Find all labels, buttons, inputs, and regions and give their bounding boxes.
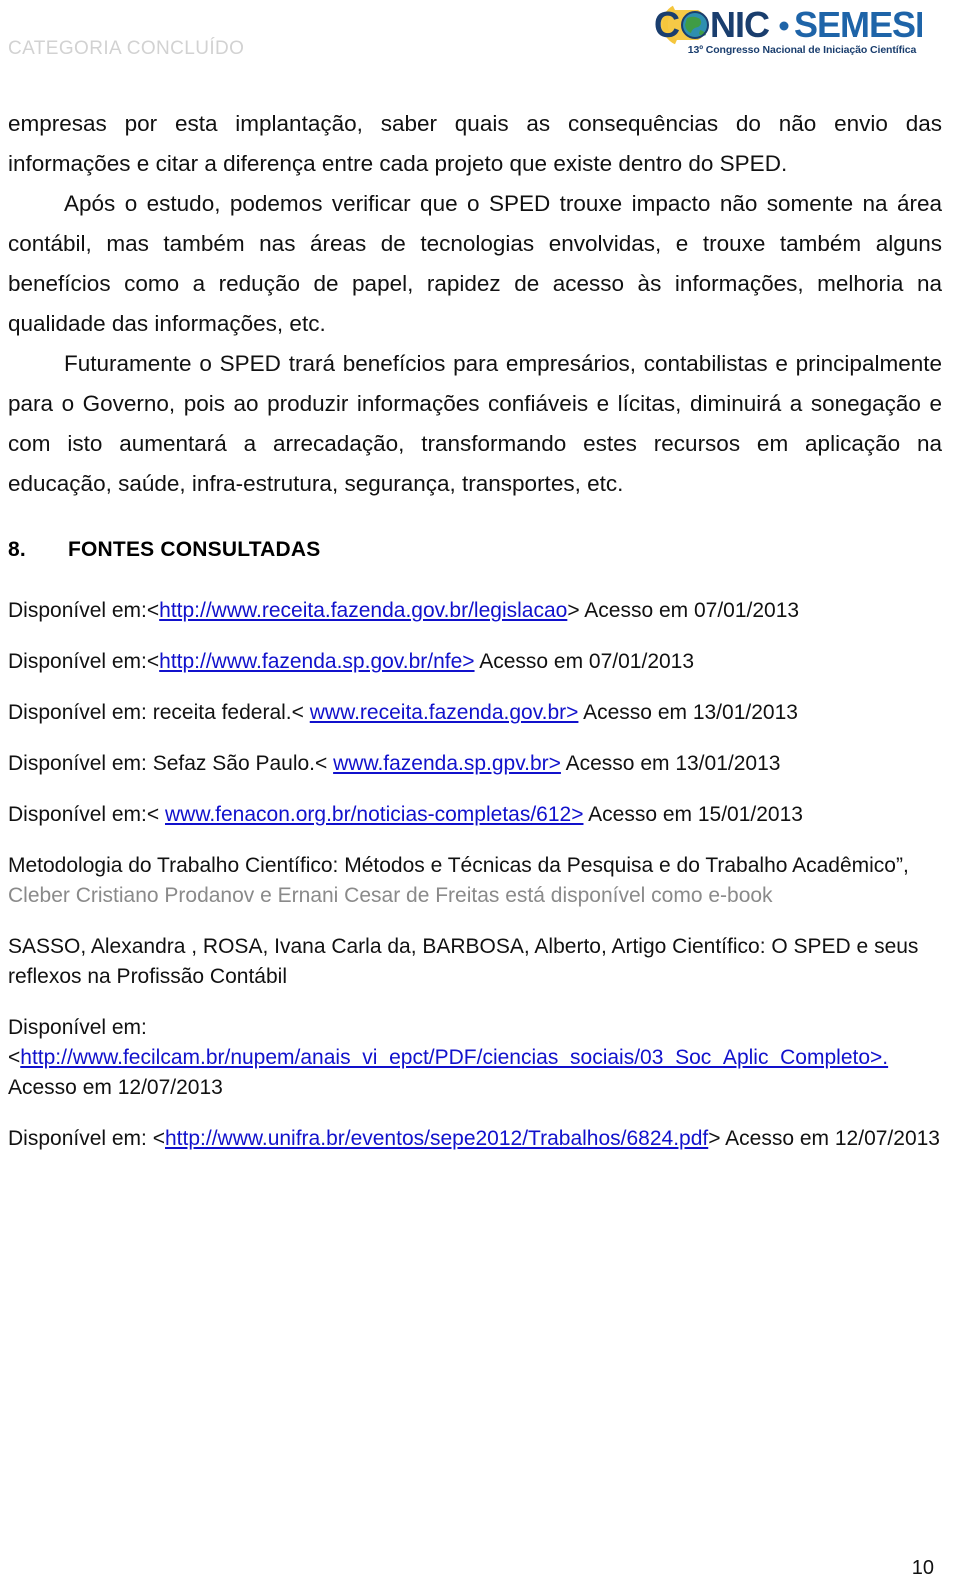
reference-item-2: Disponível em:<http://www.fazenda.sp.gov…	[8, 647, 942, 677]
logo-subtitle: 13º Congresso Nacional de Iniciação Cien…	[687, 44, 917, 56]
reference-2-suffix: Acesso em 07/01/2013	[474, 650, 695, 673]
reference-1-prefix: Disponível em:<	[8, 599, 160, 622]
reference-8-url[interactable]: http://www.fecilcam.br/nupem/anais_vi_ep…	[20, 1046, 888, 1069]
spacer-before-heading	[8, 504, 942, 530]
reference-6-authors: Cleber Cristiano Prodanov e Ernani Cesar…	[8, 884, 773, 907]
reference-2-url[interactable]: http://www.fazenda.sp.gov.br/nfe>	[159, 650, 474, 673]
reference-item-1: Disponível em:<http://www.receita.fazend…	[8, 596, 942, 626]
reference-9-url[interactable]: http://www.unifra.br/eventos/sepe2012/Tr…	[165, 1127, 708, 1150]
reference-4-url[interactable]: www.fazenda.sp.gpv.br>	[333, 752, 561, 775]
reference-4-prefix: Disponível em: Sefaz São Paulo.<	[8, 752, 328, 775]
reference-5-suffix: Acesso em 15/01/2013	[583, 803, 803, 826]
reference-1-url[interactable]: http://www.receita.fazenda.gov.br/legisl…	[159, 599, 567, 622]
paragraph-after-study: Após o estudo, podemos verificar que o S…	[8, 191, 942, 336]
reference-3-suffix: Acesso em 13/01/2013	[578, 701, 798, 724]
section-number: 8.	[8, 538, 26, 561]
svg-text:NIC: NIC	[710, 4, 770, 45]
reference-7-text: SASSO, Alexandra , ROSA, Ivana Carla da,…	[8, 935, 919, 988]
logo-wordmark: C NIC SEMESP	[654, 4, 922, 45]
logo-globe-icon: C NIC SEMESP	[654, 4, 922, 45]
reference-item-4: Disponível em: Sefaz São Paulo.< www.faz…	[8, 749, 942, 779]
paragraph-future-benefits: Futuramente o SPED trará benefícios para…	[8, 351, 942, 496]
section-title: FONTES CONSULTADAS	[68, 538, 321, 561]
section-heading-fontes-consultadas: 8. FONTES CONSULTADAS	[8, 530, 942, 570]
reference-8-label: Disponível em:	[8, 1016, 147, 1039]
reference-1-suffix: > Acesso em 07/01/2013	[567, 599, 800, 622]
reference-8-open-bracket: <	[8, 1046, 21, 1069]
reference-5-url[interactable]: www.fenacon.org.br/noticias-completas/61…	[165, 803, 583, 826]
page-number: 10	[911, 1557, 934, 1579]
reference-5-prefix: Disponível em:<	[8, 803, 160, 826]
svg-text:C: C	[654, 4, 680, 45]
reference-3-prefix: Disponível em: receita federal.<	[8, 701, 304, 724]
category-tag: CATEGORIA CONCLUÍDO	[8, 38, 245, 59]
reference-9-suffix: > Acesso em 12/07/2013	[708, 1127, 940, 1150]
paragraph-conclusion-continued: empresas por esta implantação, saber qua…	[8, 111, 942, 176]
reference-item-9-unifra: Disponível em: <http://www.unifra.br/eve…	[8, 1124, 942, 1154]
reference-item-8-fecilcam: Disponível em: <http://www.fecilcam.br/n…	[8, 1013, 942, 1103]
reference-item-7-sasso-article: SASSO, Alexandra , ROSA, Ivana Carla da,…	[8, 932, 942, 992]
reference-item-6-methodology-book: Metodologia do Trabalho Científico: Méto…	[8, 851, 942, 911]
reference-8-suffix: Acesso em 12/07/2013	[8, 1076, 223, 1099]
references-list: Disponível em:<http://www.receita.fazend…	[8, 596, 942, 1154]
page-header: CATEGORIA CONCLUÍDO C NIC SEMESP	[0, 0, 960, 92]
spacer-after-heading	[8, 570, 942, 596]
reference-8-url-line: <http://www.fecilcam.br/nupem/anais_vi_e…	[8, 1043, 942, 1103]
conic-semesp-logo: C NIC SEMESP 13º Congresso Nacional de I…	[654, 4, 922, 62]
reference-item-3: Disponível em: receita federal.< www.rec…	[8, 698, 942, 728]
reference-6-title: Metodologia do Trabalho Científico: Méto…	[8, 854, 909, 877]
reference-9-prefix: Disponível em: <	[8, 1127, 165, 1150]
document-body: empresas por esta implantação, saber qua…	[8, 104, 942, 1175]
reference-3-url[interactable]: www.receita.fazenda.gov.br>	[310, 701, 579, 724]
reference-4-suffix: Acesso em 13/01/2013	[560, 752, 781, 775]
reference-2-prefix: Disponível em:<	[8, 650, 160, 673]
svg-text:SEMESP: SEMESP	[794, 4, 922, 45]
reference-item-5: Disponível em:< www.fenacon.org.br/notic…	[8, 800, 942, 830]
